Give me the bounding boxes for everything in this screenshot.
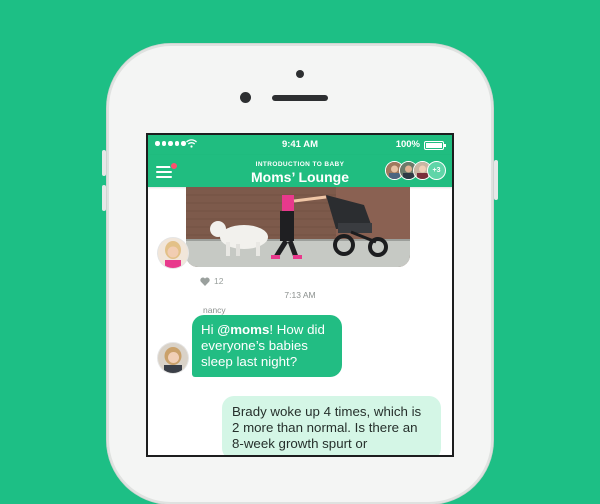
message-timestamp: 7:13 AM — [284, 290, 316, 300]
sender-avatar[interactable] — [158, 238, 188, 268]
group-members[interactable]: +3 — [385, 161, 446, 181]
message-text: Hi — [201, 322, 218, 337]
more-members-badge[interactable]: +3 — [427, 161, 446, 180]
earpiece-speaker — [272, 95, 328, 101]
heart-icon[interactable] — [200, 277, 210, 286]
message-bubble[interactable]: Brady woke up 4 times, which is 2 more t… — [222, 396, 441, 455]
like-count: 12 — [214, 276, 224, 286]
status-bar: 9:41 AM 100% — [148, 135, 452, 155]
battery-percent: 100% — [395, 139, 420, 150]
message-list[interactable]: 12 7:13 AM nancy Hi @moms! How did every… — [148, 187, 452, 455]
like-row: 12 — [200, 276, 223, 286]
sender-name: nancy — [203, 305, 226, 315]
sender-avatar[interactable] — [158, 343, 188, 373]
volume-button-down — [102, 185, 106, 211]
front-sensor — [296, 70, 304, 78]
woman-walking-dog-with-stroller-photo[interactable] — [186, 187, 410, 267]
battery-icon — [424, 141, 446, 150]
power-button — [494, 160, 498, 200]
message-bubble[interactable]: Hi @moms! How did everyone’s babies slee… — [192, 315, 342, 377]
front-camera — [240, 92, 251, 103]
message-text: Brady woke up 4 times, which is 2 more t… — [232, 404, 422, 451]
mention[interactable]: @moms — [217, 322, 269, 337]
volume-button — [102, 150, 106, 176]
phone-screen: 9:41 AM 100% INTRODUCTION TO BABY Moms’ … — [146, 133, 454, 457]
chat-header: INTRODUCTION TO BABY Moms’ Lounge +3 — [148, 155, 452, 187]
